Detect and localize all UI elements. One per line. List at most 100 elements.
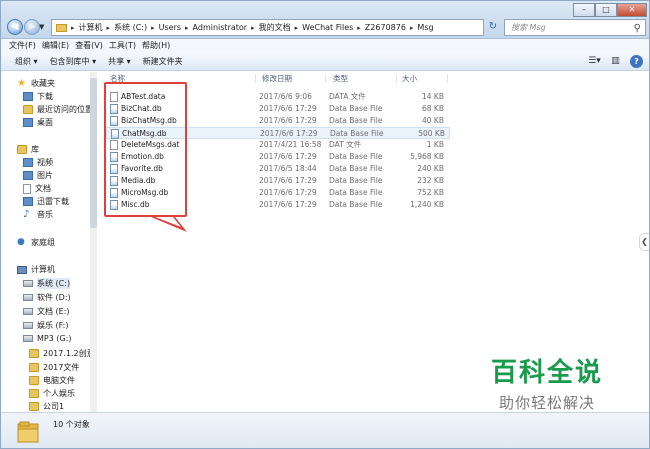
- column-divider[interactable]: [325, 74, 326, 83]
- search-icon[interactable]: ⚲: [634, 21, 641, 36]
- column-header-date[interactable]: 修改日期: [262, 72, 292, 85]
- column-divider[interactable]: [396, 74, 397, 83]
- sidebar-item-folder[interactable]: 2017文件: [29, 362, 79, 373]
- file-type: Data Base File: [329, 176, 383, 185]
- sidebar-homegroup[interactable]: ● 家庭组: [17, 237, 55, 248]
- search-input[interactable]: 搜索 Msg ⚲: [504, 19, 646, 36]
- column-header-size[interactable]: 大小: [402, 72, 417, 85]
- sidebar-item-drive-d[interactable]: 软件 (D:): [23, 292, 71, 303]
- navigation-pane: ★ 收藏夹 下载 最近访问的位置 桌面 库 视频 图片 文档 迅雷下载 ♪ 音乐…: [1, 72, 97, 412]
- new-folder-button[interactable]: 新建文件夹: [143, 56, 183, 67]
- sidebar-item-music[interactable]: ♪ 音乐: [23, 209, 53, 220]
- menu-help[interactable]: 帮助(H): [142, 39, 176, 53]
- sidebar-item-recent[interactable]: 最近访问的位置: [23, 104, 93, 115]
- chevron-right-icon[interactable]: ▸: [107, 24, 111, 32]
- scrollbar-thumb[interactable]: [90, 78, 97, 228]
- sidebar-item-videos[interactable]: 视频: [23, 157, 53, 168]
- chevron-right-icon[interactable]: ▸: [410, 24, 414, 32]
- minimize-icon[interactable]: –: [573, 3, 595, 17]
- menu-file[interactable]: 文件(F): [9, 39, 42, 53]
- file-type: Data Base File: [329, 200, 383, 209]
- breadcrumb-users[interactable]: Users: [159, 23, 181, 32]
- maximize-icon[interactable]: □: [595, 3, 617, 17]
- chevron-right-icon[interactable]: ▸: [251, 24, 255, 32]
- column-divider[interactable]: [447, 74, 448, 83]
- sidebar-item-folder[interactable]: 2017.1.2创意图: [29, 348, 97, 359]
- chevron-right-icon[interactable]: ▸: [357, 24, 361, 32]
- breadcrumb-wechat-files[interactable]: WeChat Files: [302, 23, 353, 32]
- help-icon[interactable]: ?: [630, 55, 643, 68]
- music-icon: ♪: [23, 209, 30, 220]
- address-bar[interactable]: ▸ 计算机 ▸ 系统 (C:) ▸ Users ▸ Administrator …: [51, 19, 484, 36]
- recent-places-icon: [23, 105, 33, 114]
- share-button[interactable]: 共享 ▾: [108, 56, 131, 67]
- picture-icon: [23, 171, 33, 180]
- breadcrumb-msg[interactable]: Msg: [417, 23, 433, 32]
- file-size: 5,968 KB: [410, 152, 444, 161]
- history-dropdown-icon[interactable]: ▼: [39, 23, 44, 31]
- view-options-icon[interactable]: ☰▾: [588, 55, 601, 68]
- library-icon: [17, 145, 27, 154]
- search-placeholder: 搜索 Msg: [511, 23, 546, 32]
- file-type: DAT 文件: [329, 140, 362, 149]
- sidebar-item-label: 2017.1.2创意图: [43, 349, 97, 358]
- sidebar-item-drive-c[interactable]: 系统 (C:): [23, 278, 71, 289]
- sidebar-item-folder[interactable]: 公司1: [29, 401, 64, 412]
- file-type: Data Base File: [329, 164, 383, 173]
- sidebar-scrollbar[interactable]: [90, 72, 97, 412]
- sidebar-item-label: 计算机: [31, 265, 55, 274]
- collapse-pane-icon[interactable]: ❮: [639, 233, 649, 251]
- close-icon[interactable]: ✕: [617, 3, 647, 17]
- breadcrumb-account[interactable]: Z2670876: [365, 23, 406, 32]
- breadcrumb-administrator[interactable]: Administrator: [193, 23, 248, 32]
- status-bar: 10 个对象: [1, 412, 649, 448]
- desktop-icon: [23, 118, 33, 127]
- breadcrumb-drive-c[interactable]: 系统 (C:): [114, 22, 147, 33]
- sidebar-item-pictures[interactable]: 图片: [23, 170, 53, 181]
- menu-tools[interactable]: 工具(T): [109, 39, 142, 53]
- sidebar-item-folder[interactable]: 电脑文件: [29, 375, 75, 386]
- sidebar-favorites[interactable]: ★ 收藏夹: [17, 78, 55, 89]
- homegroup-icon: ●: [17, 237, 25, 247]
- menu-view[interactable]: 查看(V): [75, 39, 109, 53]
- sidebar-item-drive-f[interactable]: 娱乐 (F:): [23, 320, 68, 331]
- sidebar-item-label: 下载: [37, 92, 53, 101]
- file-type: DATA 文件: [329, 92, 366, 101]
- forward-icon[interactable]: ▶: [24, 19, 40, 35]
- sidebar-item-thunder-downloads[interactable]: 迅雷下载: [23, 196, 69, 207]
- sidebar-item-folder[interactable]: 个人娱乐: [29, 388, 75, 399]
- column-divider[interactable]: [255, 74, 256, 83]
- chevron-right-icon[interactable]: ▸: [151, 24, 155, 32]
- sidebar-item-label: 系统 (C:): [37, 278, 71, 289]
- watermark: 百科全说 助你轻松解决: [465, 347, 629, 421]
- file-date: 2017/6/6 17:29: [259, 152, 317, 161]
- sidebar-item-documents[interactable]: 文档: [23, 183, 51, 194]
- sidebar-computer[interactable]: 计算机: [17, 264, 55, 275]
- sidebar-item-drive-g[interactable]: MP3 (G:): [23, 334, 72, 343]
- sidebar-libraries[interactable]: 库: [17, 144, 39, 155]
- preview-pane-icon[interactable]: ▥: [609, 55, 622, 68]
- folder-icon: [29, 376, 39, 385]
- sidebar-item-downloads[interactable]: 下载: [23, 91, 53, 102]
- back-icon[interactable]: ◀: [7, 19, 23, 35]
- sidebar-item-label: 库: [31, 145, 39, 154]
- include-in-library-button[interactable]: 包含到库中 ▾: [50, 56, 97, 67]
- refresh-icon[interactable]: ↻: [486, 19, 500, 36]
- star-icon: ★: [17, 78, 26, 89]
- sidebar-item-label: 公司1: [43, 402, 65, 411]
- breadcrumb-computer[interactable]: 计算机: [79, 22, 103, 33]
- chevron-right-icon[interactable]: ▸: [71, 24, 75, 32]
- sidebar-item-label: 娱乐 (F:): [37, 321, 69, 330]
- column-header-type[interactable]: 类型: [333, 72, 348, 85]
- sidebar-item-drive-e[interactable]: 文档 (E:): [23, 306, 70, 317]
- organize-button[interactable]: 组织 ▾: [15, 56, 38, 67]
- file-size: 752 KB: [417, 188, 444, 197]
- menu-edit[interactable]: 编辑(E): [42, 39, 75, 53]
- chevron-right-icon[interactable]: ▸: [185, 24, 189, 32]
- drive-icon: [23, 280, 33, 287]
- sidebar-item-desktop[interactable]: 桌面: [23, 117, 53, 128]
- chevron-right-icon[interactable]: ▸: [295, 24, 299, 32]
- folder-icon: [29, 349, 39, 358]
- breadcrumb-my-documents[interactable]: 我的文档: [259, 22, 291, 33]
- sidebar-item-label: 家庭组: [31, 238, 55, 247]
